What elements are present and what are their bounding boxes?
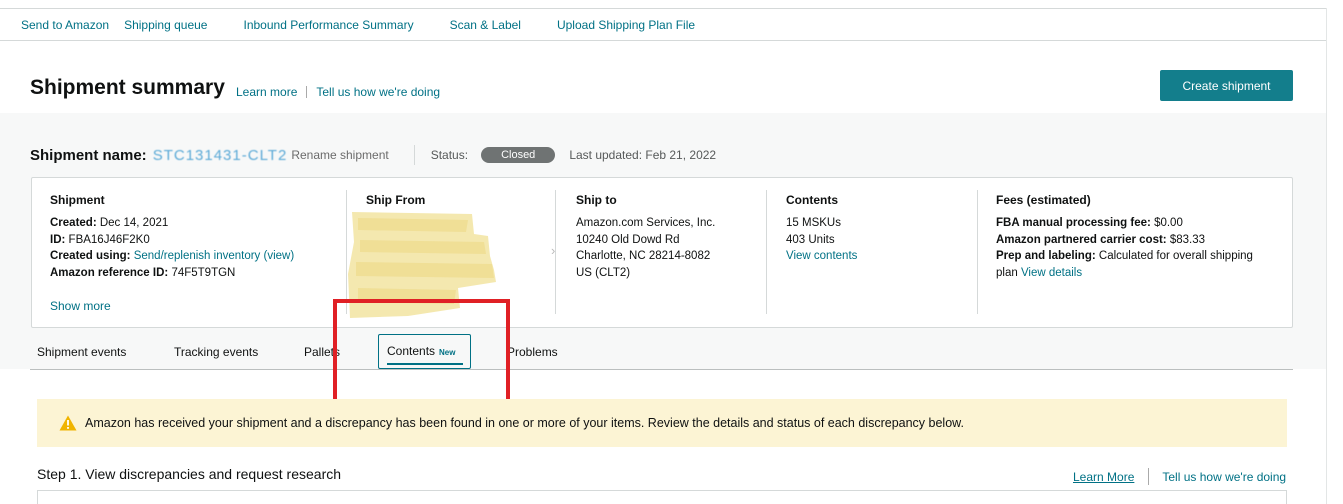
id-value: FBA16J46F2K0 [68,233,150,246]
step-1-title: Step 1. View discrepancies and request r… [37,466,342,482]
shipment-tabs: Shipment events Tracking events Pallets … [30,334,1293,370]
feedback-link[interactable]: Tell us how we're doing [316,85,440,99]
ship-to-column: Ship to Amazon.com Services, Inc. 10240 … [576,178,766,329]
ship-to-line-3: Charlotte, NC 28214-8082 [576,250,711,262]
status-separator [413,145,415,165]
ship-from-heading: Ship From [366,193,426,207]
fees-column: Fees (estimated) FBA manual processing f… [996,178,1286,329]
discrepancy-alert: Amazon has received your shipment and a … [37,399,1287,447]
rename-shipment-link[interactable]: Rename shipment [291,148,388,162]
ship-to-line-2: 10240 Old Dowd Rd [576,233,680,246]
page-title: Shipment summary [30,76,225,99]
fba-fee-label: FBA manual processing fee: [996,217,1151,229]
ship-to-line-1: Amazon.com Services, Inc. [576,217,716,229]
show-more-link[interactable]: Show more [50,299,111,313]
status-label: Status: [430,148,469,162]
prep-labeling-line: Prep and labeling: Calculated for overal… [996,248,1286,265]
step-feedback-link[interactable]: Tell us how we're doing [1162,470,1286,484]
fba-fee-line: FBA manual processing fee: $0.00 [996,215,1286,232]
prep-labeling-line-2: plan View details [996,265,1286,282]
top-navigation: Send to Amazon Shipping queue Inbound Pe… [0,9,1326,41]
carrier-cost-label: Amazon partnered carrier cost: [996,233,1167,246]
id-line: ID: FBA16J46F2K0 [50,232,350,249]
view-contents-link[interactable]: View contents [786,250,857,262]
tab-tracking-events[interactable]: Tracking events [174,345,258,359]
created-using-link[interactable]: Send/replenish inventory (view) [134,250,294,262]
created-using-label: Created using: [50,250,131,262]
link-separator [306,86,308,98]
right-divider [1326,8,1327,504]
ship-to-heading: Ship to [576,193,617,207]
step-learn-more-link[interactable]: Learn More [1073,470,1134,484]
nav-shipping-queue[interactable]: Shipping queue [124,18,207,32]
link-separator [1148,468,1150,485]
shipment-name-label: Shipment name: [30,146,147,164]
annotation-highlight-box [333,299,510,410]
tab-problems[interactable]: Problems [507,345,558,359]
last-updated: Last updated: Feb 21, 2022 [569,148,717,162]
ship-to-line-4: US (CLT2) [576,266,631,279]
reference-id-label: Amazon reference ID: [50,266,169,279]
nav-send-to-amazon[interactable]: Send to Amazon [21,18,109,32]
prep-labeling-label: Prep and labeling: [996,250,1096,262]
shipment-name-value: STC131431-CLT2 [152,146,288,164]
fba-fee-value: $0.00 [1154,217,1183,229]
nav-inbound-performance-summary[interactable]: Inbound Performance Summary [243,18,413,32]
carrier-cost-value: $83.33 [1169,233,1206,246]
learn-more-link[interactable]: Learn more [236,85,297,99]
contents-column: Contents 15 MSKUs 403 Units View content… [786,178,976,329]
column-divider [346,190,347,314]
contents-heading: Contents [786,193,838,207]
reference-id-value: 74F5T9TGN [171,266,236,279]
step-links: Learn More Tell us how we're doing [1073,468,1286,485]
status-badge: Closed [481,147,556,163]
column-divider [977,190,978,314]
discrepancy-table-container [37,490,1287,504]
unit-count: 403 Units [786,233,835,246]
shipment-heading: Shipment [50,193,105,207]
title-links: Learn more Tell us how we're doing [236,85,440,99]
nav-scan-and-label[interactable]: Scan & Label [450,18,521,32]
chevron-right-icon: › [551,243,556,258]
created-line: Created: Dec 14, 2021 [50,215,350,232]
created-value: Dec 14, 2021 [99,217,169,229]
reference-id-line: Amazon reference ID: 74F5T9TGN [50,265,350,282]
column-divider [766,190,767,314]
msku-count: 15 MSKUs [786,217,841,229]
carrier-cost-line: Amazon partnered carrier cost: $83.33 [996,232,1286,249]
warning-icon [59,415,77,431]
shipment-name-row: Shipment name: STC131431-CLT2 Rename shi… [30,145,716,165]
alert-message: Amazon has received your shipment and a … [85,416,964,430]
id-label: ID: [50,233,66,246]
shipment-details-card: Shipment Created: Dec 14, 2021 ID: FBA16… [31,177,1293,328]
view-details-link[interactable]: View details [1021,267,1082,279]
fees-heading: Fees (estimated) [996,193,1091,207]
prep-labeling-value: Calculated for overall shipping [1098,250,1253,262]
created-using-line: Created using: Send/replenish inventory … [50,248,350,265]
create-shipment-button[interactable]: Create shipment [1160,70,1293,101]
tab-shipment-events[interactable]: Shipment events [37,345,126,359]
created-label: Created: [50,217,97,229]
prep-labeling-value-2: plan [996,266,1018,279]
nav-upload-shipping-plan-file[interactable]: Upload Shipping Plan File [557,18,695,32]
